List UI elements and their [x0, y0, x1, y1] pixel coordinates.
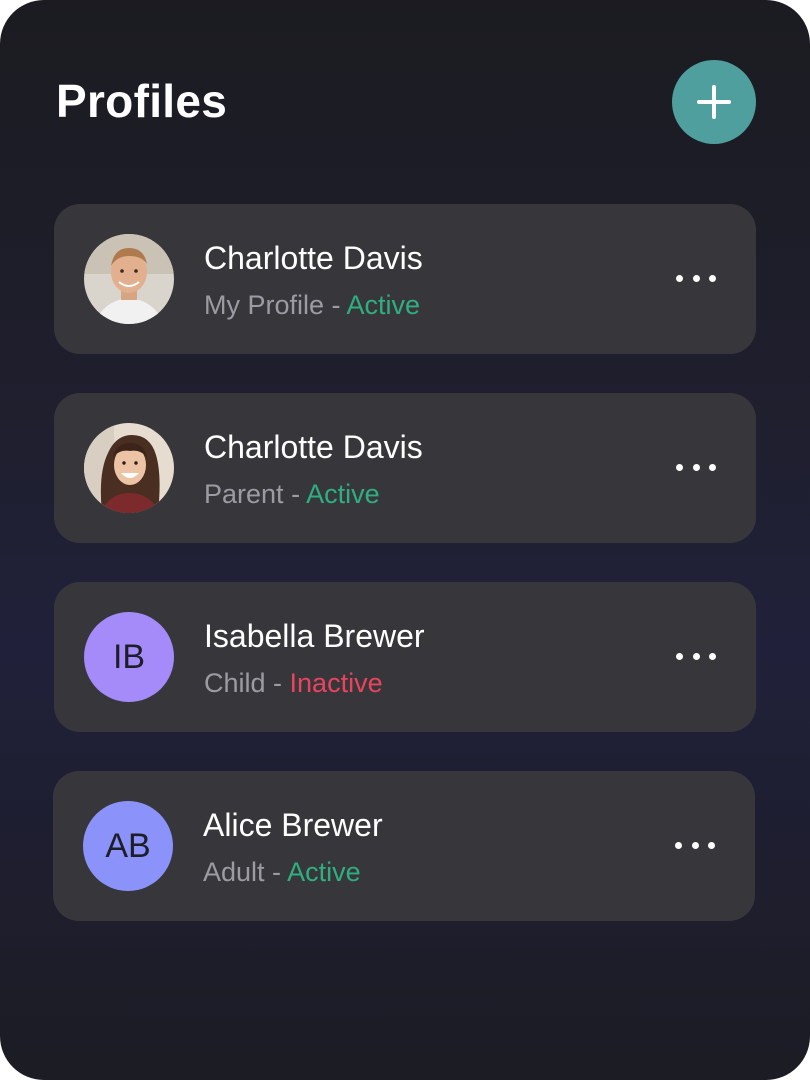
page-title: Profiles	[56, 75, 228, 127]
avatar-photo	[84, 234, 174, 324]
profiles-panel: Profiles Charlotte Davis My Profile - Ac…	[0, 0, 810, 1080]
avatar	[84, 234, 174, 324]
profile-name: Charlotte Davis	[204, 240, 423, 276]
profile-role: Child	[204, 668, 266, 698]
status-text: Active	[346, 290, 421, 320]
avatar: AB	[83, 801, 173, 891]
separator: -	[265, 668, 290, 698]
status-text: Active	[306, 479, 380, 509]
profile-card[interactable]: IB Isabella Brewer Child - Inactive	[54, 582, 756, 732]
more-options-button[interactable]	[676, 268, 716, 288]
profile-subtitle: Parent - Active	[204, 479, 380, 510]
profile-role: Parent	[204, 479, 284, 509]
avatar: IB	[84, 612, 174, 702]
plus-icon	[697, 85, 731, 119]
profile-card[interactable]: Charlotte Davis Parent - Active	[54, 393, 756, 543]
profile-name: Charlotte Davis	[204, 429, 423, 465]
profile-subtitle: Child - Inactive	[204, 668, 383, 699]
profile-role: My Profile	[204, 290, 325, 320]
separator: -	[324, 290, 347, 320]
more-icon	[676, 463, 716, 471]
status-text: Inactive	[289, 668, 383, 698]
separator: -	[264, 857, 288, 887]
profile-card[interactable]: AB Alice Brewer Adult - Active	[53, 771, 755, 921]
more-icon	[676, 652, 716, 660]
add-profile-button[interactable]	[672, 60, 756, 144]
profile-subtitle: My Profile - Active	[204, 290, 420, 321]
more-icon	[675, 841, 715, 849]
separator: -	[283, 479, 307, 509]
profile-name: Alice Brewer	[203, 807, 383, 843]
profile-role: Adult	[203, 857, 265, 887]
profile-card[interactable]: Charlotte Davis My Profile - Active	[54, 204, 756, 354]
more-icon	[676, 274, 716, 282]
avatar	[84, 423, 174, 513]
more-options-button[interactable]	[675, 835, 715, 855]
more-options-button[interactable]	[676, 646, 716, 666]
profile-subtitle: Adult - Active	[203, 857, 361, 888]
avatar-photo	[84, 423, 174, 513]
status-text: Active	[287, 857, 361, 887]
profile-name: Isabella Brewer	[204, 618, 425, 654]
more-options-button[interactable]	[676, 457, 716, 477]
